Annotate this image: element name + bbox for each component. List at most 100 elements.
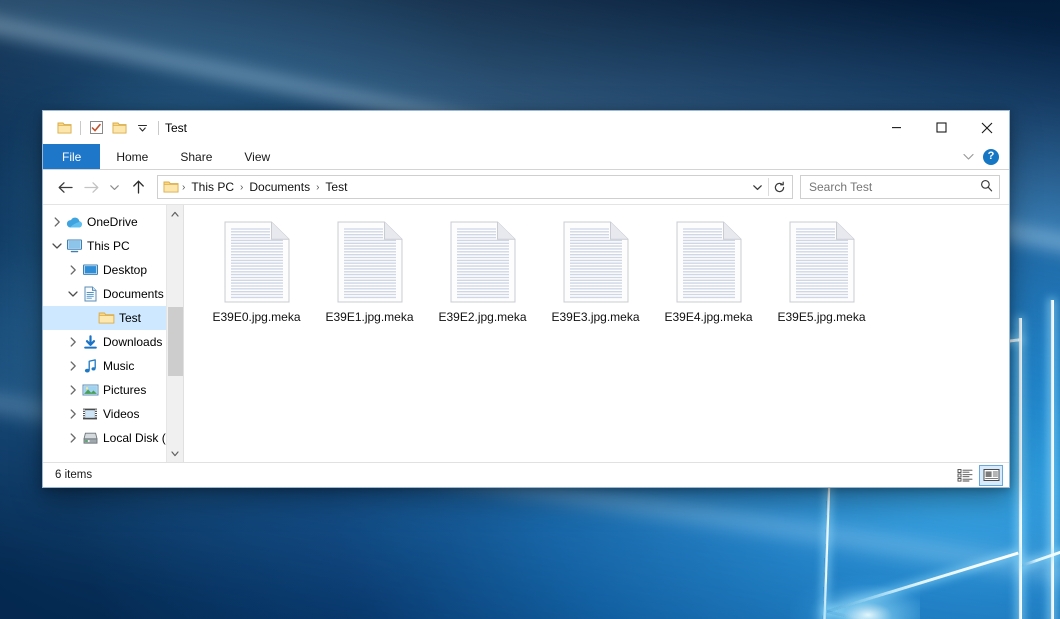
sidebar-item-local-disk-c[interactable]: Local Disk (C:)	[43, 426, 183, 450]
sidebar-item-label: Pictures	[103, 383, 146, 397]
navigation-scrollbar[interactable]	[166, 205, 183, 462]
tab-home[interactable]: Home	[100, 144, 164, 169]
sidebar-item-music[interactable]: Music	[43, 354, 183, 378]
file-item[interactable]: E39E1.jpg.meka	[313, 217, 426, 328]
chevron-right-icon[interactable]	[49, 210, 65, 234]
disk-icon	[81, 430, 99, 446]
window-controls	[874, 111, 1009, 144]
sidebar-item-label: Desktop	[103, 263, 147, 277]
file-item[interactable]: E39E4.jpg.meka	[652, 217, 765, 328]
details-view-button[interactable]	[953, 465, 977, 486]
back-button[interactable]	[52, 174, 78, 200]
file-item[interactable]: E39E3.jpg.meka	[539, 217, 652, 328]
generic-file-icon	[563, 221, 629, 303]
address-bar-row: › This PC › Documents › Test	[43, 170, 1009, 204]
generic-file-icon	[450, 221, 516, 303]
window-title: Test	[165, 121, 187, 135]
document-icon	[81, 286, 99, 302]
address-dropdown-icon[interactable]	[747, 176, 768, 198]
chevron-right-icon[interactable]	[65, 330, 81, 354]
file-list-pane[interactable]: E39E0.jpg.meka E39E1.jpg.meka E39E2.jpg.me…	[184, 205, 1009, 462]
minimize-button[interactable]	[874, 111, 919, 144]
file-name-label: E39E1.jpg.meka	[325, 310, 413, 324]
generic-file-icon	[789, 221, 855, 303]
recent-locations-button[interactable]	[104, 174, 125, 200]
sidebar-item-label: Test	[119, 311, 141, 325]
file-item[interactable]: E39E5.jpg.meka	[765, 217, 878, 328]
file-name-label: E39E4.jpg.meka	[664, 310, 752, 324]
chevron-right-icon[interactable]	[65, 258, 81, 282]
chevron-down-icon[interactable]	[962, 150, 975, 163]
music-icon	[81, 358, 99, 374]
search-icon[interactable]	[980, 179, 993, 195]
video-icon	[81, 406, 99, 422]
status-bar: 6 items	[43, 462, 1009, 487]
sidebar-item-label: OneDrive	[87, 215, 138, 229]
up-button[interactable]	[125, 174, 151, 200]
sidebar-item-label: This PC	[87, 239, 130, 253]
file-explorer-window: Test File Home Share View	[42, 110, 1010, 488]
tab-share[interactable]: Share	[164, 144, 228, 169]
help-icon[interactable]: ?	[983, 149, 999, 165]
chevron-right-icon[interactable]	[65, 402, 81, 426]
sidebar-item-label: Downloads	[103, 335, 162, 349]
file-name-label: E39E5.jpg.meka	[777, 310, 865, 324]
scroll-up-button[interactable]	[167, 205, 184, 222]
quick-access-toolbar: Test	[43, 116, 187, 139]
search-input[interactable]: Search Test	[809, 180, 980, 194]
sidebar-item-label: Music	[103, 359, 134, 373]
search-box[interactable]: Search Test	[800, 175, 1000, 199]
generic-file-icon	[224, 221, 290, 303]
file-item[interactable]: E39E2.jpg.meka	[426, 217, 539, 328]
navigation-pane: OneDrive This PC Desktop Documents Test Downl…	[43, 205, 183, 462]
address-bar-buttons	[747, 176, 790, 198]
file-name-label: E39E3.jpg.meka	[551, 310, 639, 324]
tab-file[interactable]: File	[43, 144, 100, 169]
tab-view[interactable]: View	[228, 144, 286, 169]
generic-file-icon	[337, 221, 403, 303]
maximize-button[interactable]	[919, 111, 964, 144]
close-button[interactable]	[964, 111, 1009, 144]
chevron-down-icon[interactable]	[65, 282, 81, 306]
address-bar[interactable]: › This PC › Documents › Test	[157, 175, 793, 199]
sidebar-item-test[interactable]: Test	[43, 306, 183, 330]
file-grid: E39E0.jpg.meka E39E1.jpg.meka E39E2.jpg.me…	[200, 217, 1009, 328]
qat-separator-1	[80, 121, 81, 135]
chevron-down-icon[interactable]	[131, 116, 154, 139]
sidebar-item-downloads[interactable]: Downloads	[43, 330, 183, 354]
chevron-right-icon[interactable]	[65, 426, 81, 450]
sidebar-item-documents[interactable]: Documents	[43, 282, 183, 306]
item-count-label: 6 items	[55, 469, 92, 481]
large-icons-view-button[interactable]	[979, 465, 1003, 486]
scrollbar-thumb[interactable]	[168, 307, 183, 376]
file-item[interactable]: E39E0.jpg.meka	[200, 217, 313, 328]
chevron-down-icon[interactable]	[49, 234, 65, 258]
scroll-down-button[interactable]	[167, 445, 184, 462]
sidebar-item-videos[interactable]: Videos	[43, 402, 183, 426]
monitor-icon	[65, 238, 83, 254]
forward-button[interactable]	[78, 174, 104, 200]
chevron-right-icon[interactable]	[65, 354, 81, 378]
breadcrumb-test[interactable]: Test	[320, 180, 352, 194]
ribbon-spacer	[286, 144, 962, 169]
ribbon-right-controls: ?	[962, 144, 1009, 169]
new-folder-icon[interactable]	[108, 116, 131, 139]
refresh-icon[interactable]	[769, 176, 790, 198]
desktop-icon	[81, 262, 99, 278]
folder-tree: OneDrive This PC Desktop Documents Test Downl…	[43, 210, 183, 450]
ribbon-tab-bar: File Home Share View ?	[43, 144, 1009, 170]
sidebar-item-this-pc[interactable]: This PC	[43, 234, 183, 258]
sidebar-item-onedrive[interactable]: OneDrive	[43, 210, 183, 234]
title-bar: Test	[43, 111, 1009, 144]
scrollbar-track[interactable]	[167, 222, 184, 445]
breadcrumb-documents[interactable]: Documents	[244, 180, 315, 194]
folder-icon[interactable]	[53, 116, 76, 139]
chevron-right-icon[interactable]	[65, 378, 81, 402]
breadcrumb-this-pc[interactable]: This PC	[186, 180, 239, 194]
file-name-label: E39E2.jpg.meka	[438, 310, 526, 324]
sidebar-item-desktop[interactable]: Desktop	[43, 258, 183, 282]
cloud-icon	[65, 214, 83, 230]
properties-icon[interactable]	[85, 116, 108, 139]
sidebar-item-pictures[interactable]: Pictures	[43, 378, 183, 402]
download-icon	[81, 334, 99, 350]
